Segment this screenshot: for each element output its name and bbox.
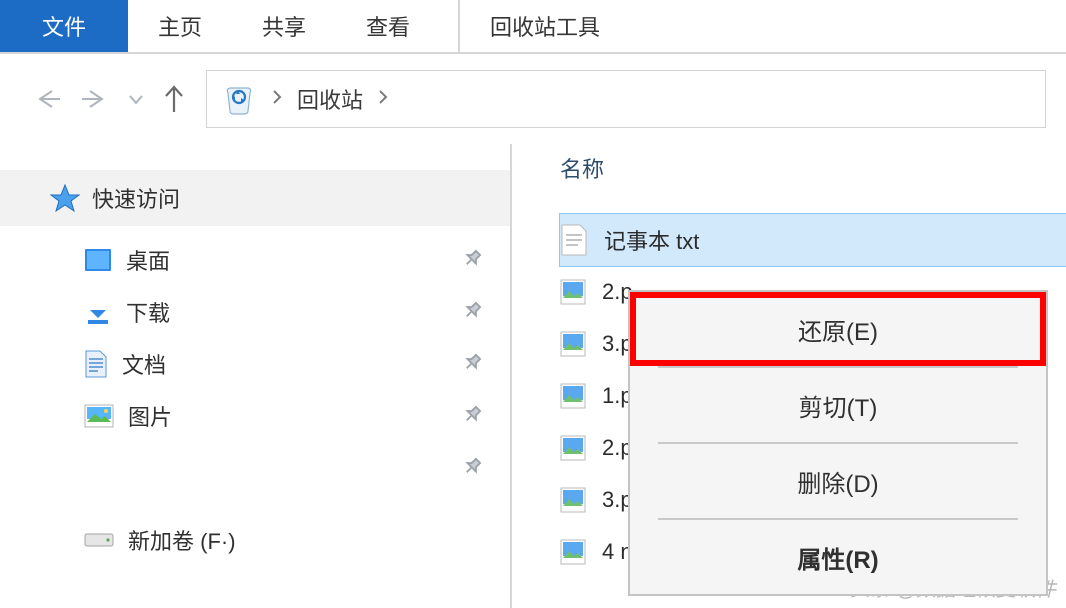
context-menu: 还原(E) 剪切(T) 删除(D) 属性(R) <box>628 290 1048 596</box>
sidebar-item-pictures[interactable]: 图片 <box>0 390 510 442</box>
tab-recyclebin-tools[interactable]: 回收站工具 <box>458 0 630 52</box>
tab-share[interactable]: 共享 <box>232 0 336 52</box>
desktop-icon <box>84 248 112 272</box>
forward-icon[interactable] <box>80 87 110 111</box>
sidebar-item-pinned[interactable] <box>0 442 510 494</box>
sidebar-item-label: 新加卷 (F·) <box>128 524 236 556</box>
breadcrumb-location[interactable]: 回收站 <box>297 83 363 115</box>
sidebar-item-documents[interactable]: 文档 <box>0 338 510 390</box>
chevron-right-icon <box>271 86 283 112</box>
drive-icon <box>84 530 114 550</box>
tab-view[interactable]: 查看 <box>336 0 440 52</box>
chevron-right-icon <box>377 86 389 112</box>
recycle-bin-icon <box>221 81 257 117</box>
image-icon <box>560 487 586 513</box>
recent-dropdown-icon[interactable] <box>128 92 144 106</box>
ribbon-tabs: 文件 主页 共享 查看 回收站工具 <box>0 0 1066 54</box>
pin-icon <box>455 400 486 431</box>
sidebar-quick-access[interactable]: 快速访问 <box>0 170 510 226</box>
image-icon <box>560 331 586 357</box>
document-icon <box>84 349 108 379</box>
sidebar-item-drive[interactable]: 新加卷 (F·) <box>0 514 510 566</box>
sidebar-item-label: 桌面 <box>126 244 170 276</box>
tab-home[interactable]: 主页 <box>128 0 232 52</box>
sidebar-item-label: 下载 <box>126 296 170 328</box>
image-icon <box>560 383 586 409</box>
image-icon <box>560 539 586 565</box>
image-icon <box>560 279 586 305</box>
tab-file[interactable]: 文件 <box>0 0 128 52</box>
up-icon[interactable] <box>162 84 186 114</box>
star-icon <box>50 183 80 213</box>
column-header-name[interactable]: 名称 <box>560 152 1066 184</box>
back-icon[interactable] <box>32 87 62 111</box>
sidebar-item-downloads[interactable]: 下载 <box>0 286 510 338</box>
pictures-icon <box>84 404 114 428</box>
txt-icon <box>560 223 588 257</box>
address-bar: 回收站 <box>0 54 1066 144</box>
sidebar-quick-access-label: 快速访问 <box>92 182 180 214</box>
nav-sidebar: 快速访问 桌面 下载 文档 <box>0 144 512 608</box>
pin-icon <box>455 244 486 275</box>
ctx-restore[interactable]: 还原(E) <box>630 292 1046 366</box>
pin-icon <box>455 452 486 483</box>
ctx-properties[interactable]: 属性(R) <box>630 520 1046 594</box>
pin-icon <box>455 348 486 379</box>
pin-icon <box>455 296 486 327</box>
image-icon <box>560 435 586 461</box>
sidebar-item-desktop[interactable]: 桌面 <box>0 234 510 286</box>
file-name: 记事本 txt <box>604 224 699 256</box>
ctx-delete[interactable]: 删除(D) <box>630 444 1046 518</box>
download-icon <box>84 298 112 326</box>
sidebar-item-label: 图片 <box>128 400 172 432</box>
ctx-cut[interactable]: 剪切(T) <box>630 368 1046 442</box>
nav-arrows <box>32 84 186 114</box>
breadcrumb[interactable]: 回收站 <box>206 70 1046 128</box>
file-row[interactable]: 记事本 txt <box>560 214 1066 266</box>
sidebar-item-label: 文档 <box>122 348 166 380</box>
